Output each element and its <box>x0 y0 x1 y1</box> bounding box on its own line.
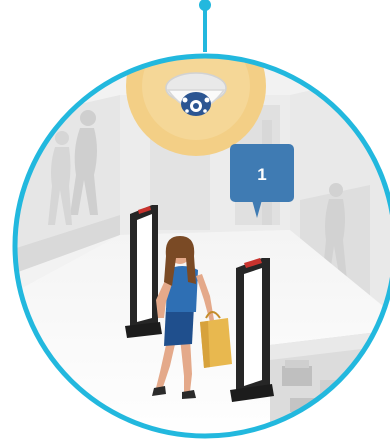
security-illustration: 1 <box>0 0 390 442</box>
store-entrance-scene: 1 <box>12 0 390 439</box>
counter-badge-value: 1 <box>257 165 266 184</box>
security-gate-left <box>125 205 162 338</box>
checkout-counter <box>270 330 390 436</box>
connector-line <box>199 0 211 52</box>
security-gate-right <box>230 258 274 402</box>
